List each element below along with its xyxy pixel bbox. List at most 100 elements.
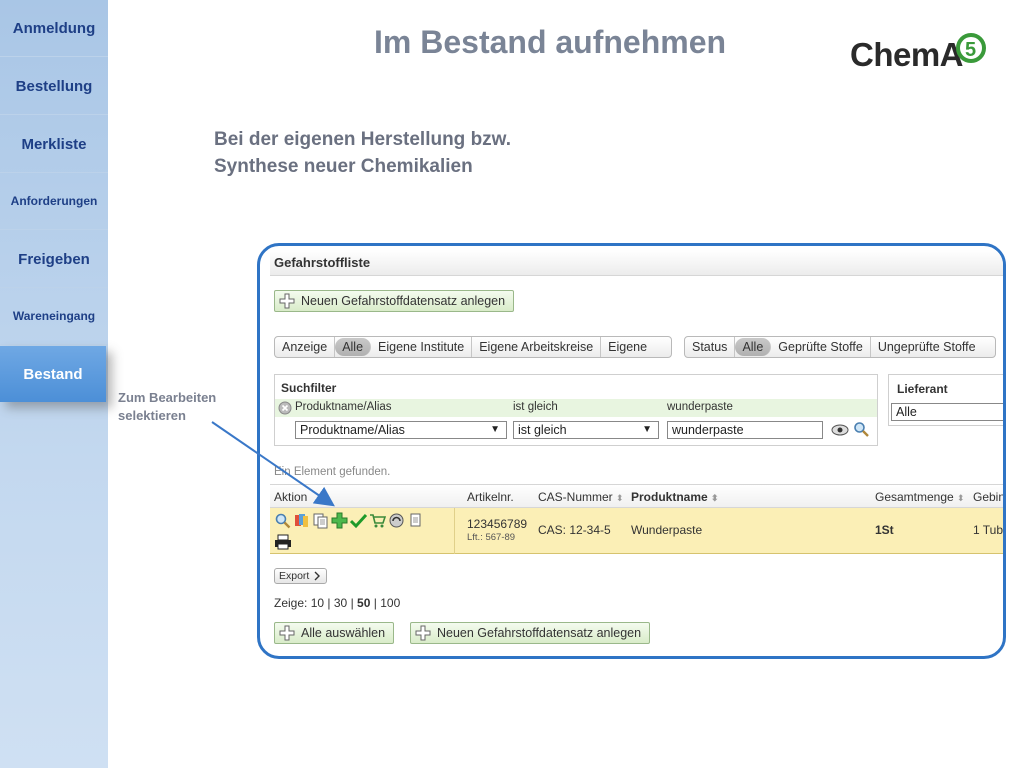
subtitle-line-1: Bei der eigenen Herstellung bzw.	[214, 129, 512, 150]
sidebar-item-freigeben[interactable]: Freigeben	[0, 231, 108, 288]
new-record-button-bottom[interactable]: Neuen Gefahrstoffdatensatz anlegen	[410, 622, 651, 644]
dropdown-arrow-icon: ▼	[642, 424, 652, 435]
filter-field-select[interactable]: Produktname/Alias ▼	[295, 421, 507, 439]
result-count-text: Ein Element gefunden.	[274, 466, 391, 478]
sidebar-item-anmeldung[interactable]: Anmeldung	[0, 0, 108, 57]
refresh-icon[interactable]	[388, 512, 405, 529]
sort-icon: ⬍	[957, 493, 965, 503]
sidebar-item-merkliste[interactable]: Merkliste	[0, 116, 108, 173]
new-record-button[interactable]: Neuen Gefahrstoffdatensatz anlegen	[274, 290, 515, 312]
document-icon[interactable]	[407, 512, 424, 529]
paging-10[interactable]: 10	[311, 596, 324, 610]
search-icon[interactable]	[853, 421, 869, 437]
filter-operator-select[interactable]: ist gleich ▼	[513, 421, 659, 439]
lieferant-select[interactable]: Alle	[891, 403, 1003, 421]
new-record-label: Neuen Gefahrstoffdatensatz anlegen	[301, 294, 506, 308]
select-all-button[interactable]: Alle auswählen	[274, 622, 395, 644]
sidebar-item-label: Bestellung	[15, 77, 93, 95]
page: Anmeldung Bestellung Merkliste Anforderu…	[0, 0, 1024, 768]
status-label: Status	[685, 337, 736, 357]
col-gesamtmenge-label: Gesamtmenge	[875, 490, 954, 504]
cell-gebinde: 1 Tube	[973, 523, 1004, 537]
col-artikelnr: Artikelnr.	[467, 490, 514, 504]
remove-filter-icon[interactable]	[278, 401, 292, 415]
sidebar-item-label: Merkliste	[21, 135, 87, 153]
cart-icon[interactable]	[369, 512, 386, 529]
column-separator	[454, 508, 455, 554]
sidebar-item-anforderungen[interactable]: Anforderungen	[0, 173, 108, 230]
col-produktname-label: Produktname	[631, 490, 708, 504]
print-icon[interactable]	[274, 534, 292, 550]
active-filter-row: Produktname/Alias ist gleich wunderpaste	[275, 399, 877, 417]
anzeige-option-eigene-arbeitskreise[interactable]: Eigene Arbeitskreise	[472, 337, 602, 357]
sidebar-item-wareneingang[interactable]: Wareneingang	[0, 288, 108, 345]
anzeige-filter: Anzeige Alle Eigene Institute Eigene Arb…	[274, 336, 672, 358]
callout-line-1: Zum Bearbeiten	[118, 390, 217, 405]
filter-operator-selected: ist gleich	[518, 423, 567, 437]
eye-icon[interactable]	[831, 423, 849, 437]
sidebar-item-label: Wareneingang	[12, 309, 96, 323]
cell-artikelnr: 123456789	[467, 517, 528, 531]
sidebar-item-bestellung[interactable]: Bestellung	[0, 58, 108, 115]
filter-value-input[interactable]: wunderpaste	[667, 421, 823, 439]
anzeige-option-eigene-institute[interactable]: Eigene Institute	[371, 337, 473, 357]
search-filter-box: Suchfilter Produktname/Alias ist gleich …	[274, 374, 878, 446]
chema5-logo: ChemA 5	[850, 28, 990, 76]
callout-text: Zum Bearbeiten selektieren	[118, 389, 216, 425]
anzeige-option-alle[interactable]: Alle	[335, 338, 372, 356]
filter-operator-text: ist gleich	[513, 401, 558, 413]
gefahrstoffliste-panel: Gefahrstoffliste Neuen Gefahrstoffdatens…	[257, 243, 1006, 659]
status-option-alle[interactable]: Alle	[735, 338, 772, 356]
paging-sep: |	[350, 596, 354, 610]
check-icon[interactable]	[350, 512, 367, 529]
paging-30[interactable]: 30	[334, 596, 347, 610]
row-actions	[274, 512, 424, 529]
status-option-gepruefte[interactable]: Geprüfte Stoffe	[771, 337, 871, 357]
sidebar: Anmeldung Bestellung Merkliste Anforderu…	[0, 0, 108, 768]
cell-cas: CAS: 12-34-5	[538, 523, 611, 537]
export-button[interactable]: Export	[274, 568, 328, 584]
paging-50[interactable]: 50	[357, 596, 370, 610]
panel-title: Gefahrstoffliste	[270, 250, 1003, 276]
sidebar-item-label: Freigeben	[18, 250, 90, 268]
plus-icon	[279, 625, 295, 641]
logo-text: ChemA	[850, 36, 964, 73]
search-filter-heading: Suchfilter	[281, 381, 337, 395]
subtitle: Bei der eigenen Herstellung bzw. Synthes…	[214, 126, 511, 180]
copy-icon[interactable]	[312, 512, 329, 529]
subtitle-line-2: Synthese neuer Chemikalien	[214, 156, 473, 177]
status-option-ungepruefte[interactable]: Ungeprüfte Stoffe	[871, 337, 983, 357]
logo-digit: 5	[965, 39, 976, 61]
colors-icon[interactable]	[293, 512, 310, 529]
anzeige-option-eigene[interactable]: Eigene	[601, 337, 654, 357]
table-row[interactable]: 123456789 Lft.: 567-89 CAS: 12-34-5 Wund…	[270, 508, 1004, 554]
filter-field-selected: Produktname/Alias	[300, 423, 405, 437]
lieferant-selected: Alle	[896, 405, 917, 419]
col-gesamtmenge[interactable]: Gesamtmenge ⬍	[875, 490, 965, 504]
add-icon[interactable]	[331, 512, 348, 529]
sort-icon: ⬍	[616, 493, 624, 503]
search-icon[interactable]	[274, 512, 291, 529]
lieferant-box: Lieferant Alle	[888, 374, 1003, 426]
sidebar-item-bestand[interactable]: Bestand	[0, 346, 106, 402]
filter-value-text: wunderpaste	[667, 401, 733, 413]
export-label: Export	[279, 570, 310, 582]
page-title: Im Bestand aufnehmen	[374, 24, 727, 60]
paging-100[interactable]: 100	[380, 596, 400, 610]
col-cas-label: CAS-Nummer	[538, 490, 613, 504]
plus-icon	[279, 293, 295, 309]
col-cas[interactable]: CAS-Nummer ⬍	[538, 490, 624, 504]
new-record-bottom-label: Neuen Gefahrstoffdatensatz anlegen	[437, 626, 642, 640]
col-gebinde: Gebin	[973, 490, 1006, 504]
cell-produktname: Wunderpaste	[631, 523, 703, 537]
panel-content: Gefahrstoffliste Neuen Gefahrstoffdatens…	[270, 250, 1006, 650]
sort-icon: ⬍	[711, 493, 719, 503]
col-produktname[interactable]: Produktname ⬍	[631, 490, 719, 504]
chevron-right-icon	[314, 571, 321, 581]
dropdown-arrow-icon: ▼	[490, 424, 500, 435]
lieferant-heading: Lieferant	[897, 382, 948, 396]
paging-sep: |	[327, 596, 331, 610]
sidebar-item-label: Anmeldung	[12, 19, 96, 37]
col-aktion: Aktion	[274, 490, 308, 504]
anzeige-label: Anzeige	[275, 337, 336, 357]
